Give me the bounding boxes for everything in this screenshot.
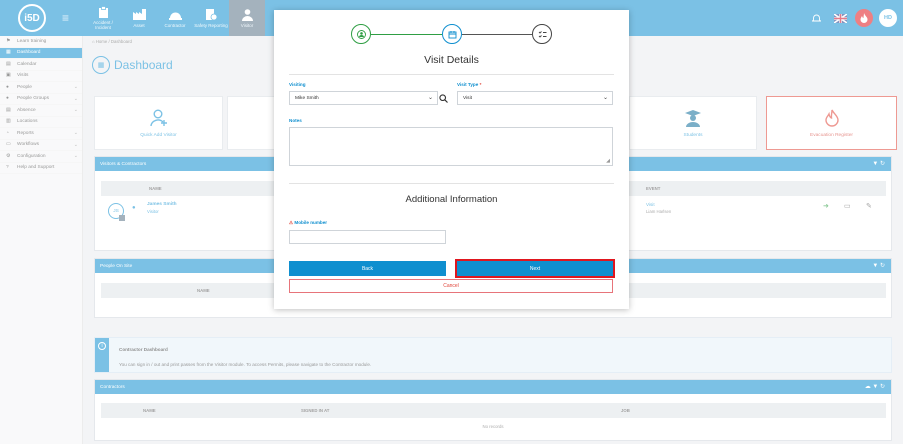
- notes-label: Notes: [289, 118, 302, 123]
- visit-type-select[interactable]: Visit ⌄: [457, 91, 613, 105]
- wizard-steps: [274, 24, 629, 46]
- required-marker: *: [479, 82, 482, 87]
- additional-info-title: Additional Information: [405, 194, 498, 205]
- back-button[interactable]: Back: [289, 261, 446, 276]
- divider: [289, 74, 614, 75]
- mobile-number-label: ⚠ Mobile number: [289, 220, 328, 225]
- chevron-down-icon: ⌄: [602, 95, 608, 101]
- visiting-label: Visiting: [289, 82, 306, 87]
- visit-details-modal: Visit Details Visiting Mike Smith ⌄ Visi…: [274, 10, 629, 309]
- resize-handle-icon[interactable]: ◢: [606, 158, 610, 164]
- chevron-down-icon: ⌄: [427, 95, 433, 101]
- mobile-number-input[interactable]: [289, 230, 446, 244]
- cancel-button[interactable]: Cancel: [289, 279, 613, 293]
- step-1-person-icon: [351, 24, 371, 44]
- visiting-select[interactable]: Mike Smith ⌄: [289, 91, 438, 105]
- step-3-checklist-icon: [532, 24, 552, 44]
- next-button[interactable]: Next: [455, 259, 615, 278]
- notes-textarea[interactable]: ◢: [289, 127, 613, 166]
- divider: [289, 183, 614, 184]
- search-icon[interactable]: [439, 94, 448, 105]
- mobile-icon: ⚠: [289, 220, 294, 225]
- modal-title: Visit Details: [424, 54, 479, 66]
- visit-type-label: Visit Type *: [457, 82, 482, 87]
- step-2-calendar-icon: [442, 24, 462, 44]
